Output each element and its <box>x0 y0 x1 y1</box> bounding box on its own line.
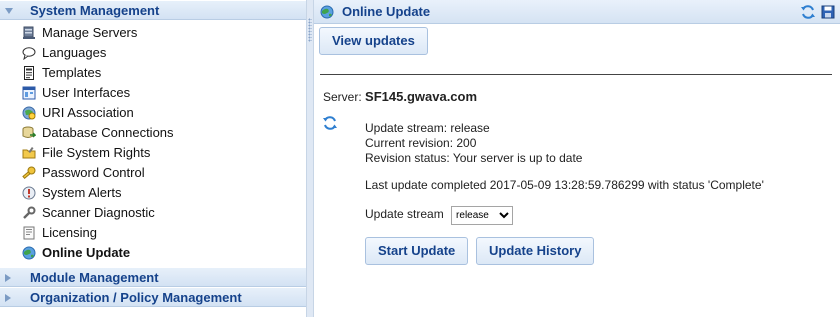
sidebar-item-label: Manage Servers <box>42 25 138 40</box>
section-label: Module Management <box>30 270 159 285</box>
database-icon <box>22 126 36 138</box>
chevron-right-icon <box>5 294 11 302</box>
sidebar-item-label: Database Connections <box>42 125 174 140</box>
globe-link-icon <box>22 106 36 120</box>
sidebar-item-label: Scanner Diagnostic <box>42 205 155 220</box>
sidebar: System Management Manage Servers Languag… <box>0 0 307 317</box>
sidebar-item-label: Languages <box>42 45 107 60</box>
user-interface-icon <box>22 86 36 100</box>
start-update-button[interactable]: Start Update <box>365 237 469 265</box>
section-label: System Management <box>30 3 160 18</box>
sidebar-item-templates[interactable]: Templates <box>0 63 306 83</box>
chevron-down-icon <box>5 8 13 14</box>
server-icon <box>23 26 35 39</box>
sidebar-item-label: File System Rights <box>42 145 151 160</box>
wrench-icon <box>23 206 36 219</box>
sidebar-item-system-alerts[interactable]: System Alerts <box>0 183 306 203</box>
panel-header: Online Update <box>314 0 840 24</box>
alert-icon <box>22 186 36 200</box>
template-icon <box>24 66 34 80</box>
globe-icon <box>22 246 36 260</box>
view-updates-button[interactable]: View updates <box>319 27 428 55</box>
server-label: Server: <box>323 90 362 104</box>
sidebar-item-label: Licensing <box>42 225 97 240</box>
globe-icon <box>320 5 334 19</box>
sidebar-item-file-system-rights[interactable]: File System Rights <box>0 143 306 163</box>
sidebar-item-password-control[interactable]: Password Control <box>0 163 306 183</box>
server-info: Server: SF145.gwava.com <box>323 89 477 104</box>
sidebar-item-label: URI Association <box>42 105 134 120</box>
section-system-management[interactable]: System Management <box>0 0 306 20</box>
sidebar-item-database-connections[interactable]: Database Connections <box>0 123 306 143</box>
refresh-icon[interactable] <box>322 115 338 131</box>
sidebar-item-label: System Alerts <box>42 185 122 200</box>
section-module-management[interactable]: Module Management <box>0 267 306 287</box>
revision-status-info: Revision status: Your server is up to da… <box>365 151 583 165</box>
sidebar-item-scanner-diagnostic[interactable]: Scanner Diagnostic <box>0 203 306 223</box>
sidebar-item-uri-association[interactable]: URI Association <box>0 103 306 123</box>
license-icon <box>23 226 35 240</box>
divider <box>320 74 832 75</box>
update-history-button[interactable]: Update History <box>476 237 595 265</box>
sidebar-item-languages[interactable]: Languages <box>0 43 306 63</box>
key-icon <box>22 166 36 180</box>
save-icon[interactable] <box>820 4 836 20</box>
online-update-panel: Online Update View updates Server: SF145… <box>314 0 840 317</box>
update-stream-info: Update stream: release <box>365 121 490 135</box>
folder-key-icon <box>22 146 36 159</box>
speech-bubble-icon <box>22 47 36 60</box>
sidebar-item-user-interfaces[interactable]: User Interfaces <box>0 83 306 103</box>
current-revision-info: Current revision: 200 <box>365 136 477 150</box>
refresh-icon[interactable] <box>800 4 816 20</box>
panel-splitter[interactable] <box>307 0 314 317</box>
chevron-right-icon <box>5 274 11 282</box>
system-management-menu: Manage Servers Languages Templates User … <box>0 20 306 267</box>
update-stream-label: Update stream <box>365 207 444 221</box>
update-stream-row: Update stream release <box>365 206 514 225</box>
sidebar-item-label: User Interfaces <box>42 85 131 100</box>
section-label: Organization / Policy Management <box>30 290 242 305</box>
panel-title: Online Update <box>342 4 431 19</box>
splitter-grip[interactable] <box>308 18 312 42</box>
sidebar-item-label: Templates <box>42 65 102 80</box>
sidebar-item-licensing[interactable]: Licensing <box>0 223 306 243</box>
sidebar-item-manage-servers[interactable]: Manage Servers <box>0 23 306 43</box>
sidebar-item-online-update[interactable]: Online Update <box>0 243 306 263</box>
sidebar-item-label: Password Control <box>42 165 145 180</box>
sidebar-item-label: Online Update <box>42 245 131 260</box>
section-organization-policy-management[interactable]: Organization / Policy Management <box>0 287 306 307</box>
server-name: SF145.gwava.com <box>365 89 478 104</box>
update-stream-select[interactable]: release <box>451 206 514 225</box>
last-update-info: Last update completed 2017-05-09 13:28:5… <box>365 178 764 192</box>
